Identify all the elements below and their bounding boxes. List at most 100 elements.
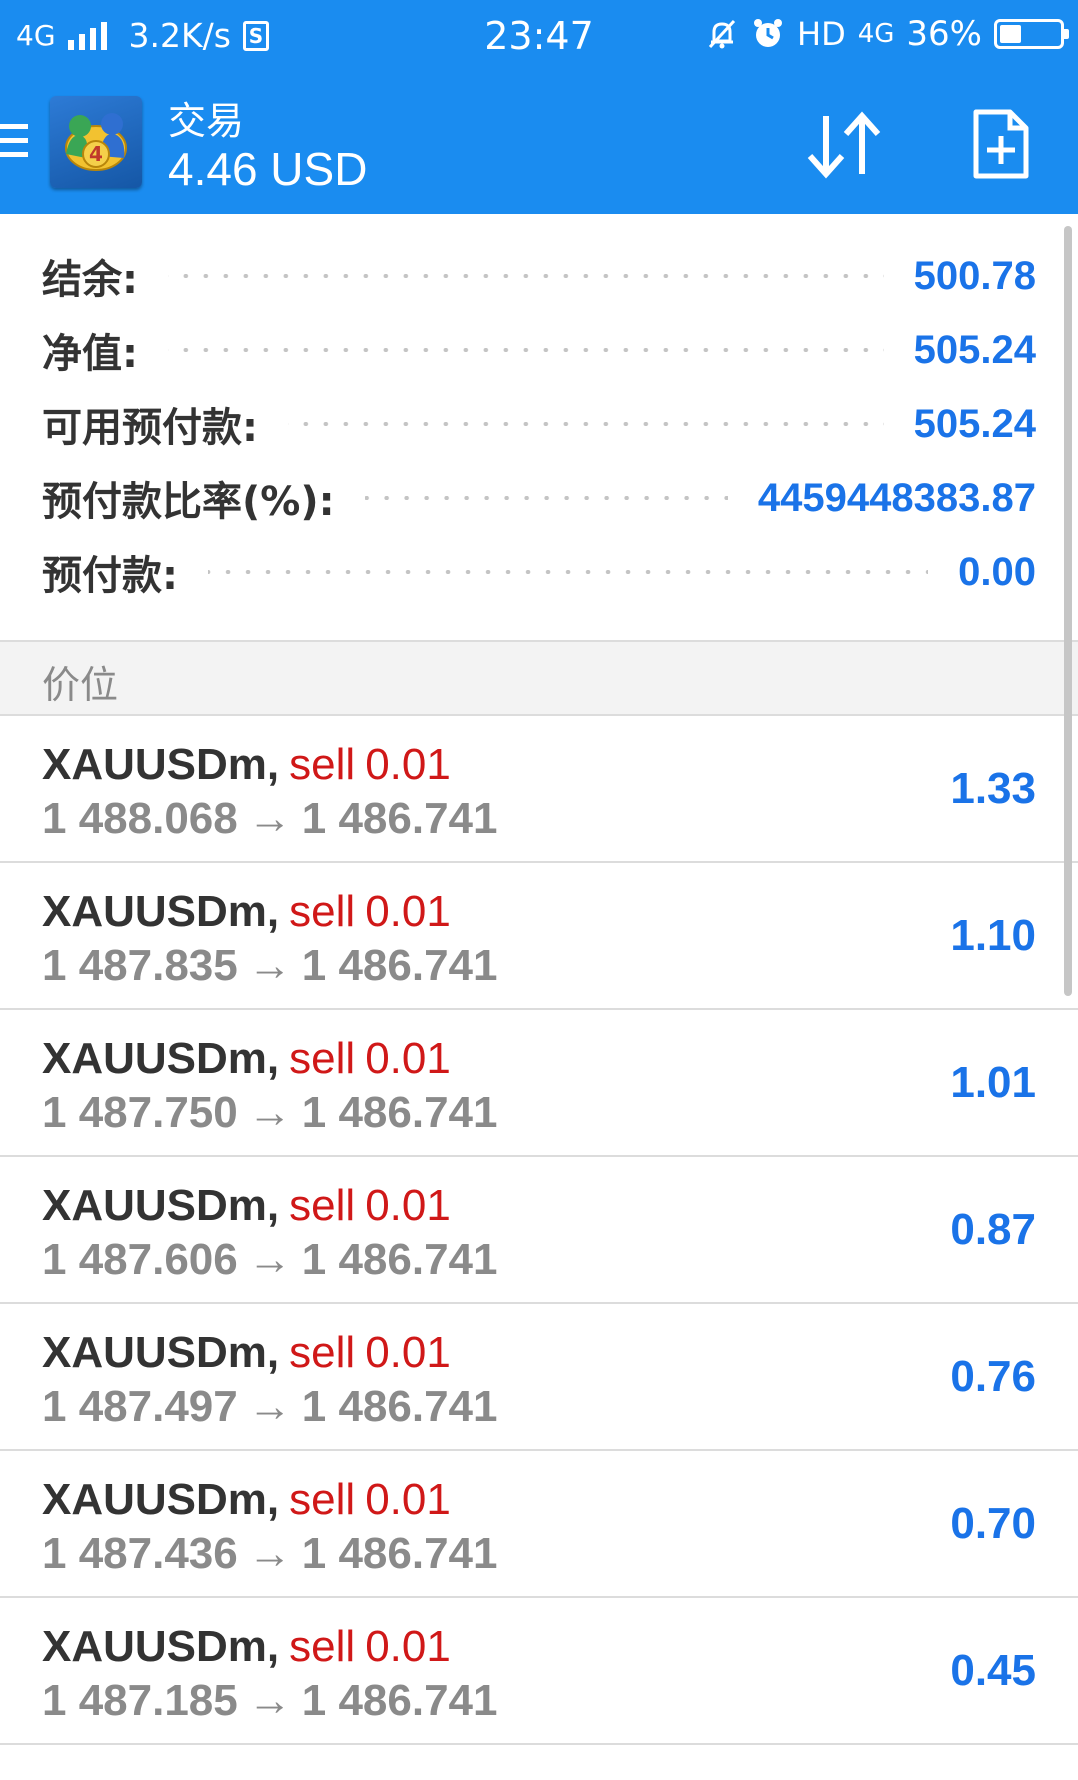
position-prices: 1 487.436 → 1 486.741	[42, 1529, 498, 1579]
position-symbol: XAUUSDm	[42, 1328, 267, 1377]
position-symbol: XAUUSDm	[42, 1034, 267, 1083]
right-arrow-icon: →	[247, 794, 292, 843]
summary-row-free-margin: 可用预付款: 505.24	[42, 394, 1036, 454]
mute-bell-icon	[708, 19, 736, 49]
dotted-leader	[364, 496, 728, 500]
position-side: sell	[289, 1034, 356, 1083]
hamburger-menu-icon[interactable]	[0, 124, 28, 158]
position-header: XAUUSDm, sell 0.01	[42, 887, 451, 937]
app-bar: 4 交易 4.46 USD	[0, 74, 1078, 214]
right-arrow-icon: →	[247, 1676, 292, 1725]
network-4g: 4G	[857, 19, 895, 49]
right-arrow-icon: →	[247, 1529, 292, 1578]
margin-value: 0.00	[958, 549, 1036, 594]
position-profit: 0.45	[950, 1646, 1036, 1695]
new-order-document-icon[interactable]	[972, 108, 1030, 180]
balance-label: 结余:	[42, 257, 138, 303]
scrollbar[interactable]	[1064, 226, 1072, 996]
position-row[interactable]: XAUUSDm, sell 0.01 1 487.497 → 1 486.741 0.7…	[0, 1304, 1078, 1451]
open-price: 1 487.436	[42, 1529, 238, 1578]
current-price: 1 486.741	[301, 1088, 498, 1137]
section-title: 价位	[42, 663, 119, 707]
status-right: HD 4G 36%	[705, 14, 1069, 54]
position-profit: 0.76	[950, 1352, 1036, 1401]
balance-value: 500.78	[913, 253, 1036, 298]
position-header: XAUUSDm, sell 0.01	[42, 1475, 451, 1525]
position-volume: 0.01	[365, 1328, 451, 1377]
separator: ,	[266, 1328, 280, 1377]
current-price: 1 486.741	[301, 941, 498, 990]
position-header: XAUUSDm, sell 0.01	[42, 1181, 451, 1231]
separator: ,	[266, 740, 280, 789]
dotted-leader	[288, 422, 884, 426]
position-header: XAUUSDm, sell 0.01	[42, 740, 451, 790]
position-side: sell	[289, 1181, 356, 1230]
current-price: 1 486.741	[301, 1676, 498, 1725]
position-row[interactable]: XAUUSDm, sell 0.01 1 487.436 → 1 486.741 0.7…	[0, 1451, 1078, 1598]
position-prices: 1 487.750 → 1 486.741	[42, 1088, 498, 1138]
right-arrow-icon: →	[247, 1382, 292, 1431]
right-arrow-icon: →	[247, 941, 292, 990]
open-price: 1 487.185	[42, 1676, 238, 1725]
open-price: 1 487.606	[42, 1235, 238, 1284]
position-prices: 1 487.185 → 1 486.741	[42, 1676, 498, 1726]
account-profit: 4.46 USD	[168, 143, 368, 195]
equity-label: 净值:	[42, 331, 138, 377]
position-row[interactable]: XAUUSDm, sell 0.01 1 487.185 → 1 486.741 0.4…	[0, 1598, 1078, 1745]
open-price: 1 488.068	[42, 794, 238, 843]
position-volume: 0.01	[365, 887, 451, 936]
positions-list: XAUUSDm, sell 0.01 1 488.068 → 1 486.741 1.3…	[0, 716, 1078, 1745]
margin-level-label: 预付款比率(%):	[42, 479, 335, 525]
position-profit: 0.70	[950, 1499, 1036, 1548]
separator: ,	[266, 887, 280, 936]
open-price: 1 487.497	[42, 1382, 238, 1431]
position-volume: 0.01	[365, 1622, 451, 1671]
position-symbol: XAUUSDm	[42, 887, 267, 936]
position-volume: 0.01	[365, 1034, 451, 1083]
margin-level-value: 4459448383.87	[757, 475, 1036, 520]
position-row[interactable]: XAUUSDm, sell 0.01 1 488.068 → 1 486.741 1.3…	[0, 716, 1078, 863]
separator: ,	[266, 1181, 280, 1230]
logo-badge: 4	[89, 142, 103, 166]
alarm-icon	[754, 19, 783, 47]
position-header: XAUUSDm, sell 0.01	[42, 1622, 451, 1672]
separator: ,	[266, 1034, 280, 1083]
right-arrow-icon: →	[247, 1088, 292, 1137]
current-price: 1 486.741	[301, 1235, 498, 1284]
position-volume: 0.01	[365, 740, 451, 789]
battery-fill	[1000, 25, 1021, 43]
position-profit: 1.10	[950, 911, 1036, 960]
position-prices: 1 487.606 → 1 486.741	[42, 1235, 498, 1285]
page-title: 交易	[168, 99, 245, 143]
metatrader-logo-icon: 4	[65, 113, 127, 171]
status-bar: 4G 3.2K/s S 23:47 HD 4G 36%	[0, 0, 1078, 74]
position-symbol: XAUUSDm	[42, 1181, 267, 1230]
section-header-positions: 价位	[0, 640, 1078, 716]
position-row[interactable]: XAUUSDm, sell 0.01 1 487.606 → 1 486.741 0.8…	[0, 1157, 1078, 1304]
current-price: 1 486.741	[301, 1382, 498, 1431]
account-summary: 结余: 500.78 净值: 505.24 可用预付款: 505.24 预付款比…	[0, 214, 1078, 640]
dotted-leader	[168, 348, 884, 352]
summary-row-margin: 预付款: 0.00	[42, 542, 1036, 602]
summary-row-margin-level: 预付款比率(%): 4459448383.87	[42, 468, 1036, 528]
sort-arrows-icon[interactable]	[804, 110, 884, 180]
position-prices: 1 488.068 → 1 486.741	[42, 794, 498, 844]
separator: ,	[266, 1475, 280, 1524]
position-symbol: XAUUSDm	[42, 740, 267, 789]
free-margin-label: 可用预付款:	[42, 405, 258, 451]
free-margin-value: 505.24	[913, 401, 1036, 446]
position-profit: 1.01	[950, 1058, 1036, 1107]
position-volume: 0.01	[365, 1181, 451, 1230]
position-header: XAUUSDm, sell 0.01	[42, 1328, 451, 1378]
position-prices: 1 487.497 → 1 486.741	[42, 1382, 498, 1432]
position-profit: 1.33	[950, 764, 1036, 813]
battery-icon	[994, 19, 1069, 49]
current-price: 1 486.741	[301, 1529, 498, 1578]
hd-indicator: HD	[797, 15, 846, 53]
open-price: 1 487.835	[42, 941, 238, 990]
position-row[interactable]: XAUUSDm, sell 0.01 1 487.750 → 1 486.741 1.0…	[0, 1010, 1078, 1157]
position-row[interactable]: XAUUSDm, sell 0.01 1 487.835 → 1 486.741 1.1…	[0, 863, 1078, 1010]
position-side: sell	[289, 1328, 356, 1377]
position-symbol: XAUUSDm	[42, 1622, 267, 1671]
metatrader-logo: 4	[50, 96, 142, 188]
